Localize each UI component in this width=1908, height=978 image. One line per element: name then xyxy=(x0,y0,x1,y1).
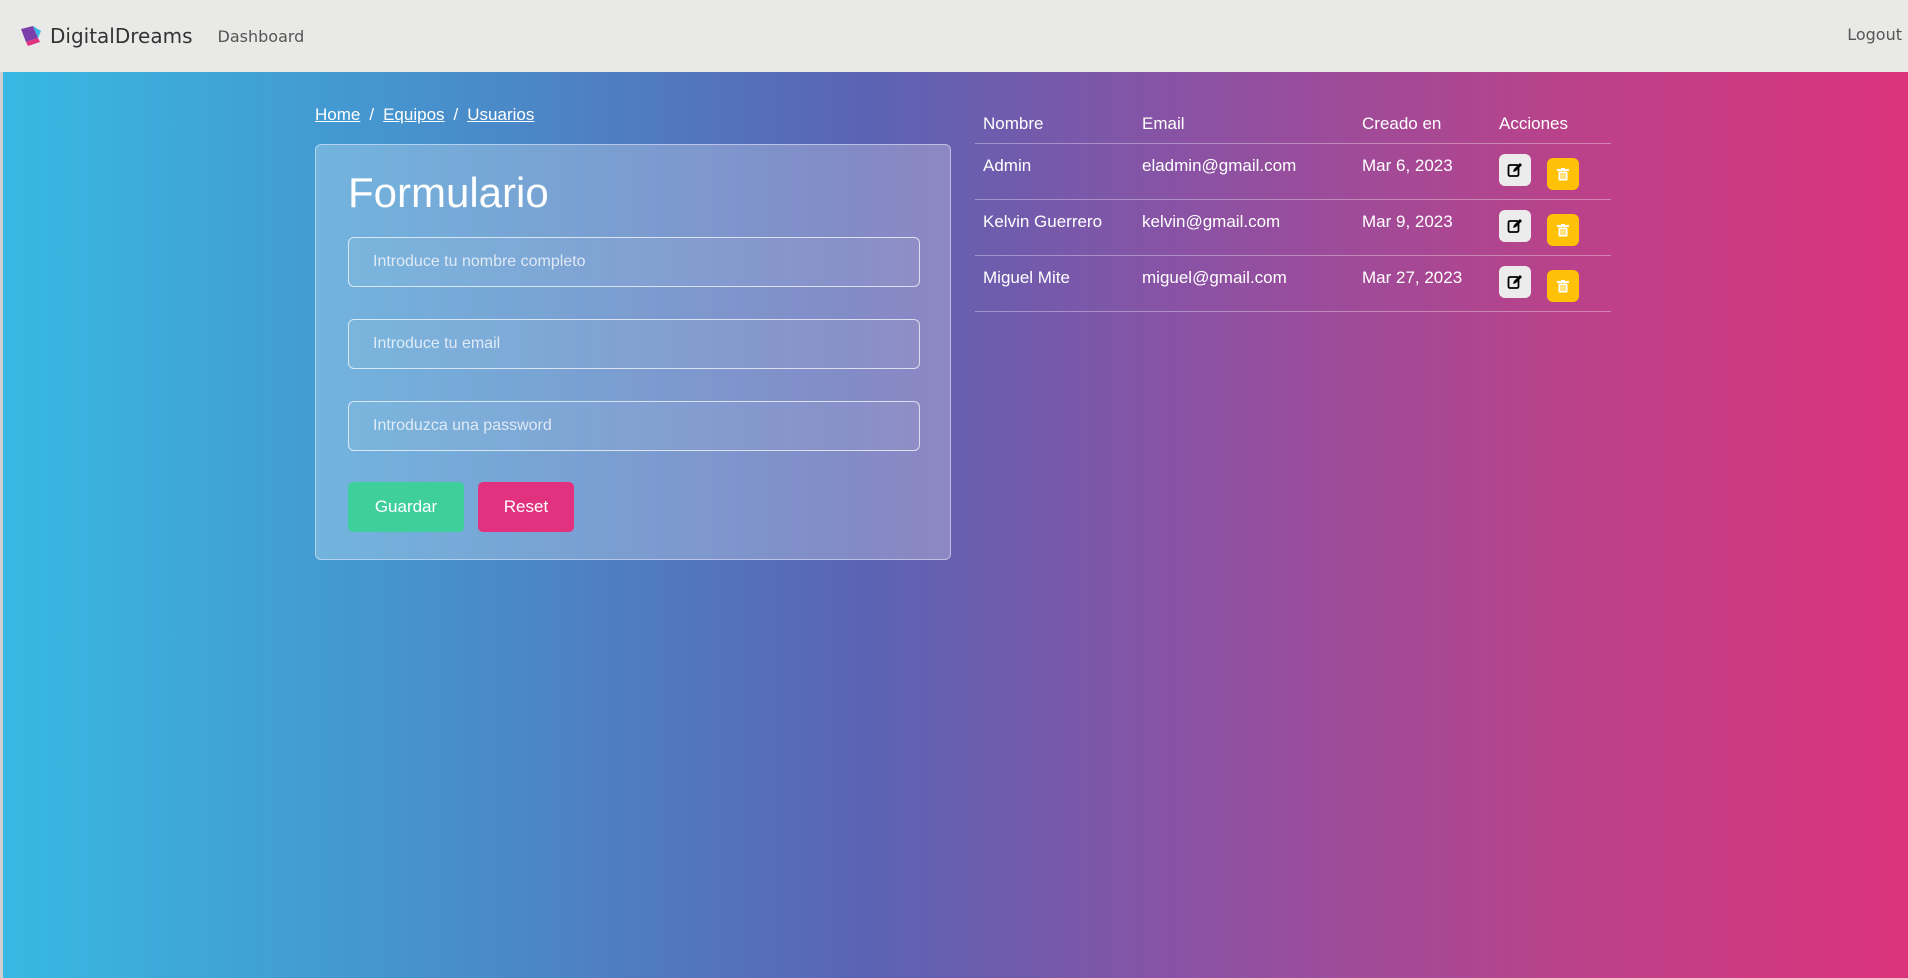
brand[interactable]: DigitalDreams xyxy=(18,23,193,49)
main-background xyxy=(3,72,1908,978)
cell-name: Miguel Mite xyxy=(983,268,1070,287)
delete-button[interactable] xyxy=(1547,158,1579,190)
delete-button[interactable] xyxy=(1547,214,1579,246)
edit-button[interactable] xyxy=(1499,154,1531,186)
header-creado-en: Creado en xyxy=(1362,113,1442,133)
table-header: Nombre Email Creado en Acciones xyxy=(975,104,1611,144)
table-row: Admin eladmin@gmail.com Mar 6, 2023 xyxy=(975,144,1611,200)
edit-button[interactable] xyxy=(1499,266,1531,298)
cell-email: miguel@gmail.com xyxy=(1142,268,1287,287)
logout-link[interactable]: Logout xyxy=(1847,25,1902,44)
users-table: Nombre Email Creado en Acciones Admin el… xyxy=(975,104,1611,312)
reset-button[interactable]: Reset xyxy=(478,482,574,532)
breadcrumb-separator: / xyxy=(369,105,375,124)
cell-name: Admin xyxy=(983,156,1032,175)
edit-icon xyxy=(1507,219,1522,233)
header-nombre: Nombre xyxy=(983,113,1044,133)
breadcrumb-usuarios[interactable]: Usuarios xyxy=(467,105,534,125)
cell-email: eladmin@gmail.com xyxy=(1142,156,1297,175)
table-row: Kelvin Guerrero kelvin@gmail.com Mar 9, … xyxy=(975,200,1611,256)
top-navbar: DigitalDreams Dashboard Logout xyxy=(0,0,1908,72)
header-email: Email xyxy=(1142,113,1185,133)
cell-name: Kelvin Guerrero xyxy=(983,212,1103,231)
name-input[interactable] xyxy=(348,237,920,287)
brand-logo-icon xyxy=(21,26,41,46)
cell-created: Mar 9, 2023 xyxy=(1362,212,1453,231)
brand-name: DigitalDreams xyxy=(50,24,193,48)
trash-icon xyxy=(1557,279,1569,292)
cell-email: kelvin@gmail.com xyxy=(1142,212,1281,231)
password-input[interactable] xyxy=(348,401,920,451)
form-title: Formulario xyxy=(348,169,549,216)
nav-link-dashboard[interactable]: Dashboard xyxy=(218,27,305,46)
save-button[interactable]: Guardar xyxy=(348,482,464,532)
form-card: Formulario Guardar Reset xyxy=(315,144,951,560)
delete-button[interactable] xyxy=(1547,270,1579,302)
cell-created: Mar 27, 2023 xyxy=(1362,268,1463,287)
edit-button[interactable] xyxy=(1499,210,1531,242)
breadcrumb: Home / Equipos / Usuarios xyxy=(315,105,534,125)
breadcrumb-separator: / xyxy=(453,105,459,124)
edit-icon xyxy=(1507,163,1522,177)
breadcrumb-equipos[interactable]: Equipos xyxy=(383,105,444,125)
row-actions xyxy=(1499,256,1611,311)
cell-created: Mar 6, 2023 xyxy=(1362,156,1453,175)
row-actions xyxy=(1499,200,1611,255)
edit-icon xyxy=(1507,275,1522,289)
row-actions xyxy=(1499,144,1611,199)
trash-icon xyxy=(1557,167,1569,180)
header-acciones: Acciones xyxy=(1499,113,1568,133)
breadcrumb-home[interactable]: Home xyxy=(315,105,360,125)
table-row: Miguel Mite miguel@gmail.com Mar 27, 202… xyxy=(975,256,1611,312)
email-input[interactable] xyxy=(348,319,920,369)
trash-icon xyxy=(1557,223,1569,236)
